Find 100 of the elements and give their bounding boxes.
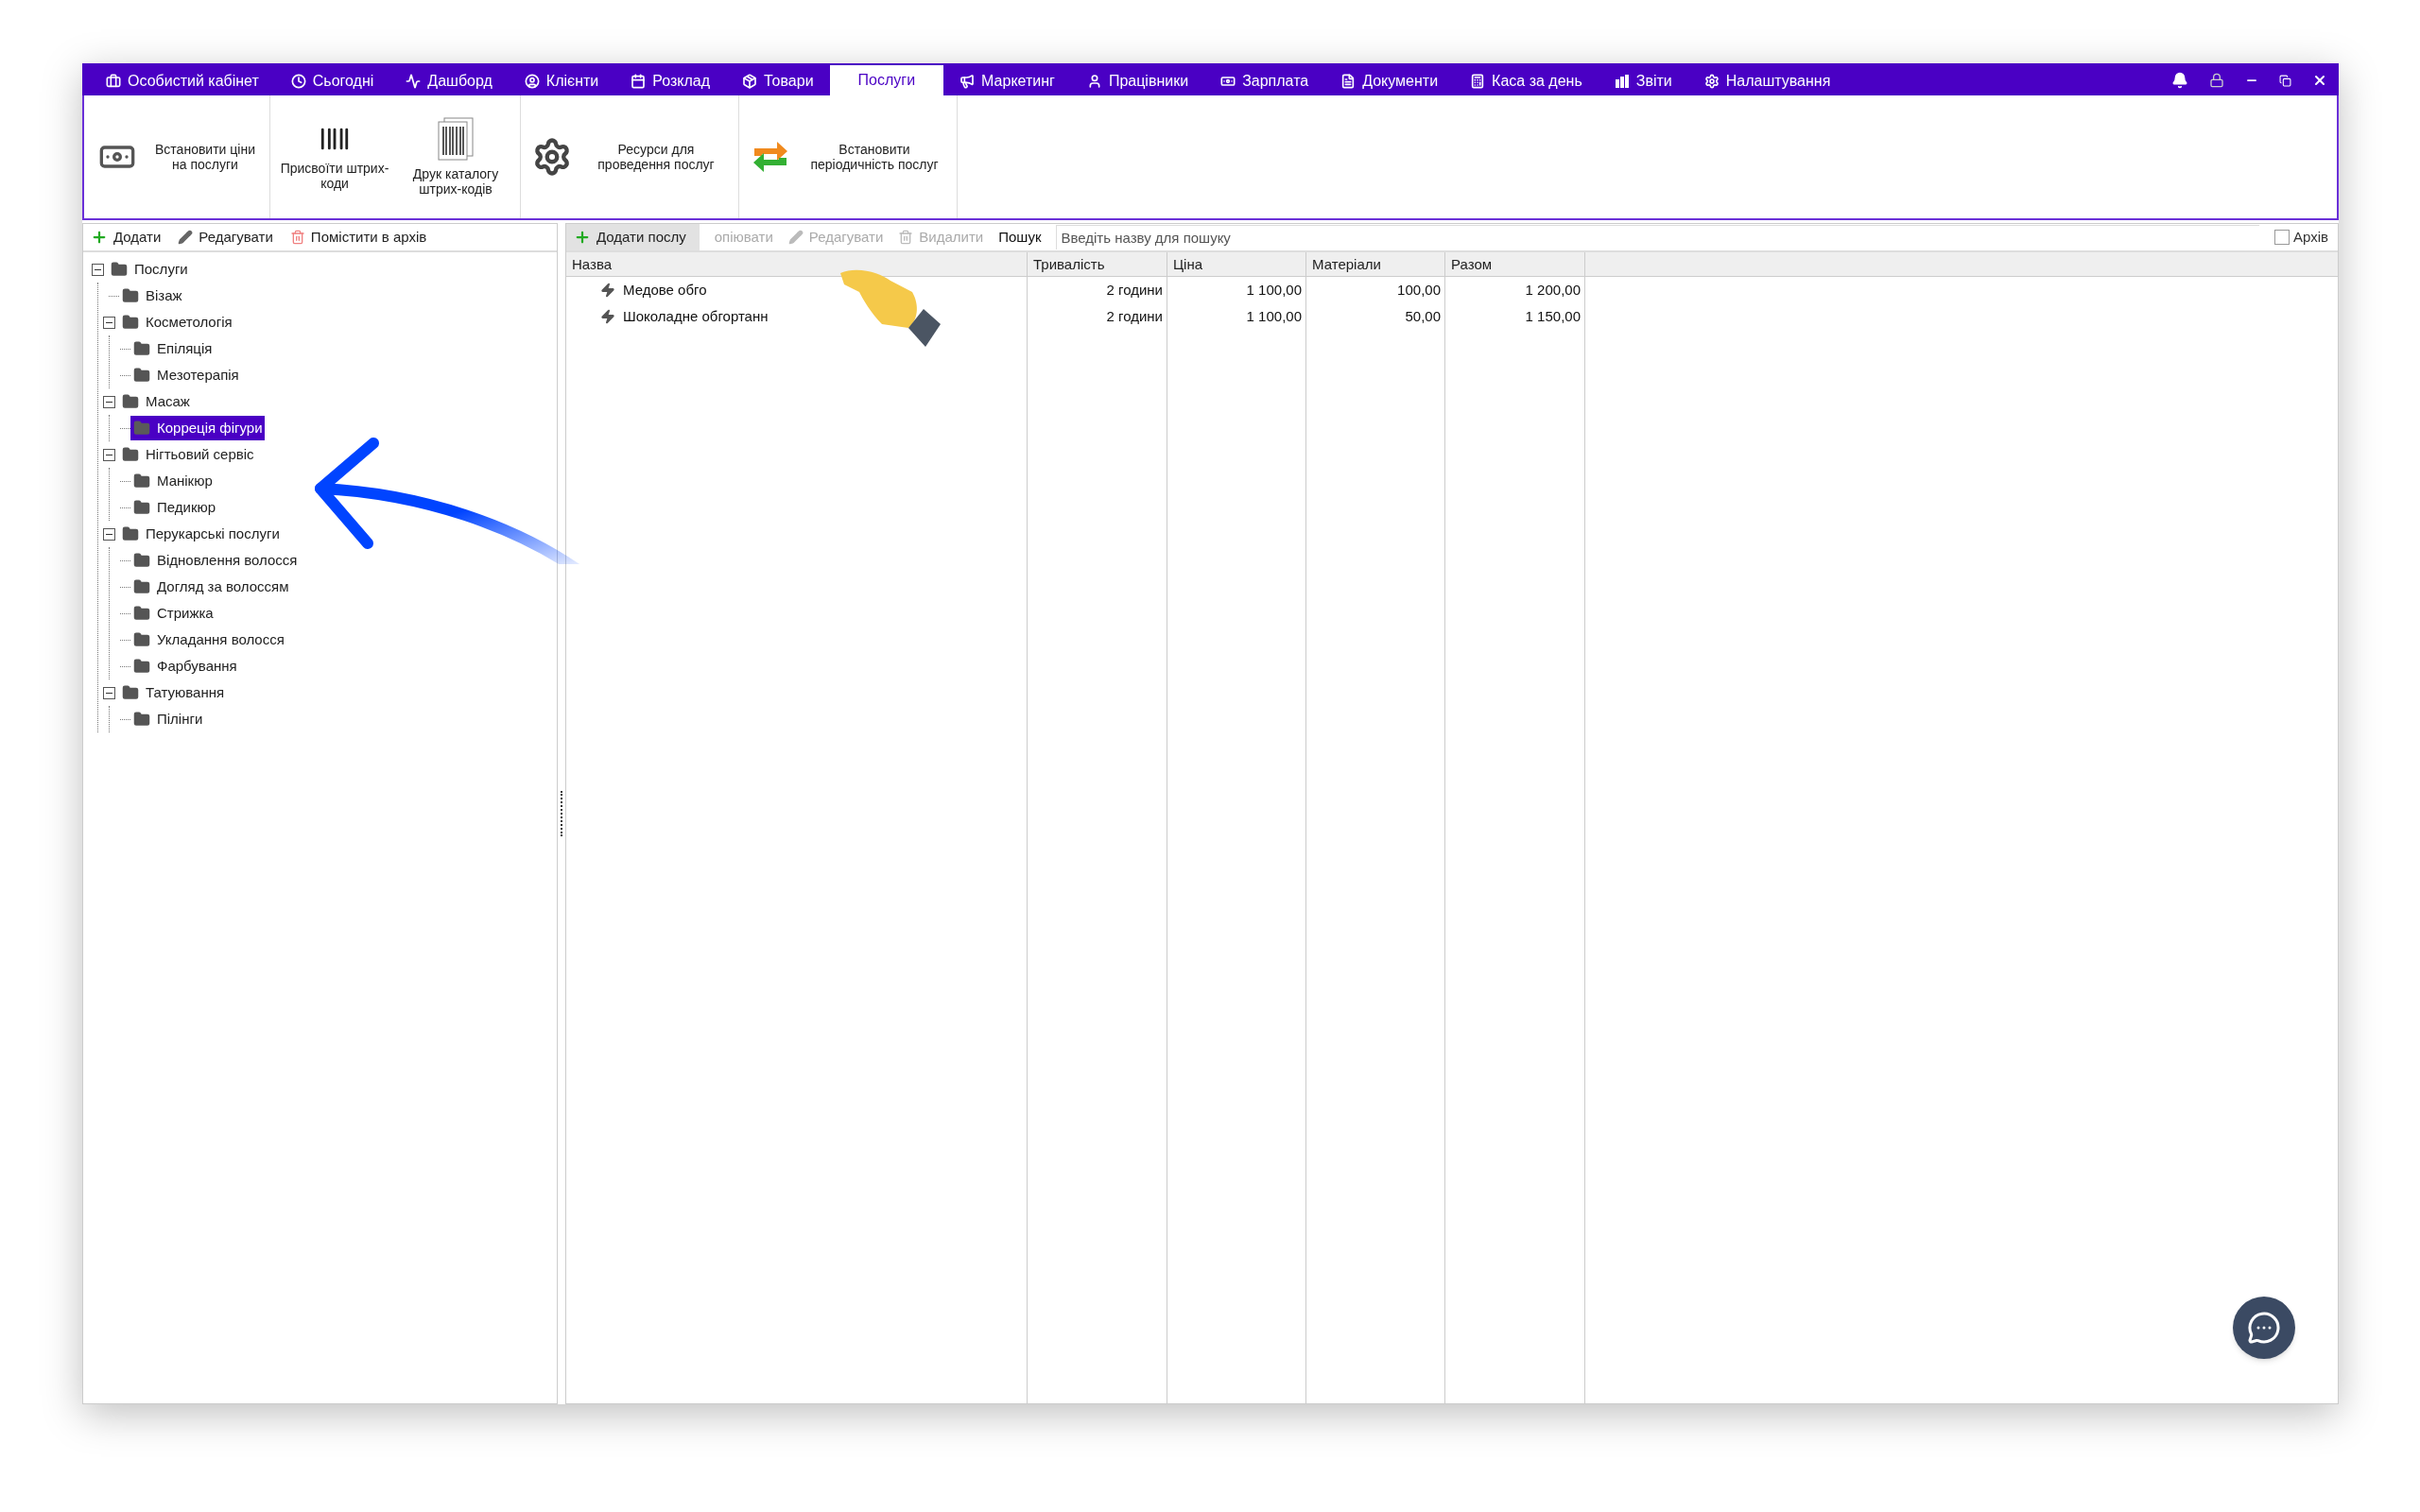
tree-item[interactable]: Корреція фігури (130, 416, 265, 440)
folder-icon (132, 340, 151, 357)
table-cell-text: Медове обго (623, 280, 707, 300)
menu-tab[interactable]: Маркетинг (943, 67, 1071, 95)
table-cell-text: Шоколадне обгортанн (623, 306, 769, 326)
bell-icon[interactable] (2171, 72, 2188, 89)
tree-item[interactable]: Татуювання (119, 680, 227, 705)
collapse-toggle[interactable] (102, 527, 115, 541)
collapse-toggle[interactable] (102, 395, 115, 408)
ribbon-button[interactable]: Встановити ціни на послуги (88, 95, 266, 218)
menu-tab[interactable]: Послуги (829, 65, 944, 95)
tree-item[interactable]: Косметологія (119, 310, 234, 335)
collapse-toggle[interactable] (91, 263, 104, 276)
menu-tab[interactable]: Налаштування (1687, 67, 1847, 95)
restore-icon[interactable] (2279, 74, 2291, 87)
tree-item[interactable]: Епіляція (130, 336, 215, 361)
folder-icon (121, 446, 140, 463)
splitter-handle[interactable] (561, 791, 562, 836)
ribbon-button[interactable]: Присвоїти штрих-коди (274, 95, 395, 218)
collapse-toggle[interactable] (102, 448, 115, 461)
search-field[interactable]: Введіть назву для пошуку (1056, 225, 2259, 249)
folder-icon (132, 711, 151, 728)
menu-tab[interactable]: Особистий кабінет (90, 67, 275, 95)
table-cell-text: 2 години (1106, 306, 1163, 326)
user-icon (524, 74, 540, 89)
plus-icon (574, 229, 591, 246)
archive-checkbox[interactable] (2274, 230, 2290, 245)
table-cell-text: 1 100,00 (1246, 306, 1302, 326)
menu-tab[interactable]: Розклад (614, 67, 727, 95)
tree-item[interactable]: Стрижка (130, 601, 216, 626)
menu-tab[interactable]: Товари (726, 67, 830, 95)
settings-icon (1703, 74, 1720, 89)
table-cell-text: 1 100,00 (1246, 280, 1302, 300)
menu-tab[interactable]: Каса за день (1454, 67, 1599, 95)
calculator-icon (1470, 74, 1486, 89)
tree-item[interactable]: Догляд за волоссям (130, 575, 291, 599)
tree-item[interactable]: Послуги (108, 257, 190, 282)
pencil-icon (178, 230, 194, 245)
tree-item[interactable]: Педикюр (130, 495, 218, 520)
close-icon[interactable] (2312, 73, 2327, 88)
column-header[interactable]: Ціна (1167, 252, 1306, 276)
lightning-icon (600, 308, 615, 325)
lightning-icon (600, 282, 615, 299)
folder-icon (132, 631, 151, 648)
menu-tab[interactable]: Звіти (1598, 67, 1688, 95)
collapse-toggle[interactable] (102, 316, 115, 329)
folder-icon (132, 499, 151, 516)
search-label: Пошук (998, 227, 1042, 247)
tree-item[interactable]: Укладання волосся (130, 627, 286, 652)
toolbar-button[interactable]: Додати послу (566, 224, 700, 250)
plus-icon (91, 229, 108, 246)
tree-item[interactable]: Мезотерапія (130, 363, 241, 387)
bar-chart-icon (1614, 74, 1630, 89)
column-header[interactable]: Матеріали (1306, 252, 1445, 276)
folder-icon (132, 578, 151, 595)
column-header[interactable]: Разом (1445, 252, 1585, 276)
folder-icon (121, 287, 140, 304)
tree-item[interactable]: Фарбування (130, 654, 239, 679)
banknote-icon (1220, 74, 1236, 89)
folder-icon (121, 393, 140, 410)
folder-icon (121, 684, 140, 701)
barcode-catalog-icon (437, 117, 475, 161)
folder-icon (132, 552, 151, 569)
menu-tab[interactable]: Документи (1324, 67, 1455, 95)
box-icon (742, 74, 758, 89)
lock-icon[interactable] (2209, 73, 2224, 88)
folder-icon (121, 525, 140, 542)
pulse-icon (406, 74, 422, 89)
ribbon-button[interactable]: Встановити періодичність послуг (743, 95, 953, 218)
clock-icon (290, 74, 306, 89)
tree-item[interactable]: Пілінги (130, 707, 205, 731)
tree-item[interactable]: Нігтьовий сервіс (119, 442, 256, 467)
ribbon-button[interactable]: Ресурси для проведення послуг (525, 95, 735, 218)
menu-tab[interactable]: Клієнти (508, 67, 615, 95)
tree-item[interactable]: Візаж (119, 284, 184, 308)
document-icon (1340, 74, 1357, 89)
toolbar-button[interactable]: Редагувати (178, 226, 273, 249)
folder-icon (132, 472, 151, 490)
table-cell-text: 1 150,00 (1525, 306, 1581, 326)
table-cell-text: 2 години (1106, 280, 1163, 300)
table-cell-text: 50,00 (1405, 306, 1441, 326)
tree-item[interactable]: Відновлення волосся (130, 548, 300, 573)
folder-icon (110, 261, 129, 278)
folder-icon (132, 420, 151, 437)
chat-icon (2247, 1311, 2281, 1345)
folder-icon (132, 367, 151, 384)
menu-tab[interactable]: Сьогодні (274, 67, 390, 95)
toolbar-button[interactable]: Помістити в архів (289, 226, 427, 249)
megaphone-icon (959, 74, 976, 89)
tree-item[interactable]: Манікюр (130, 469, 215, 493)
ribbon-button[interactable]: Друк каталогу штрих-кодів (395, 95, 516, 218)
menu-tab[interactable]: Зарплата (1204, 67, 1325, 95)
tree-item[interactable]: Масаж (119, 389, 192, 414)
menu-tab[interactable]: Працівники (1070, 67, 1205, 95)
toolbar-button[interactable]: Додати (91, 226, 162, 249)
tree-item[interactable]: Перукарські послуги (119, 522, 282, 546)
menu-tab[interactable]: Дашборд (389, 67, 509, 95)
column-header[interactable]: Тривалість (1028, 252, 1167, 276)
archive-label: Архів (2293, 227, 2328, 247)
collapse-toggle[interactable] (102, 686, 115, 699)
